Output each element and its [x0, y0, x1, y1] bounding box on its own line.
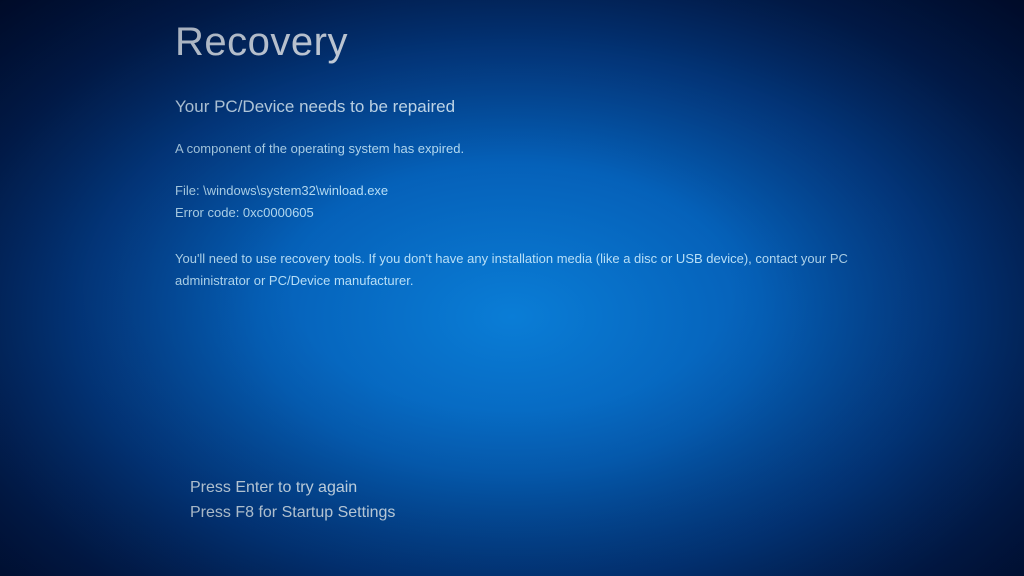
recovery-instructions: You'll need to use recovery tools. If yo… — [175, 248, 915, 292]
error-code-line: Error code: 0xc0000605 — [175, 202, 935, 224]
enter-prompt: Press Enter to try again — [190, 475, 395, 501]
file-path: \windows\system32\winload.exe — [203, 183, 388, 198]
page-title: Recovery — [175, 20, 935, 65]
file-line: File: \windows\system32\winload.exe — [175, 180, 935, 202]
f8-prompt: Press F8 for Startup Settings — [190, 500, 395, 526]
error-heading: Your PC/Device needs to be repaired — [175, 97, 935, 117]
recovery-screen: Recovery Your PC/Device needs to be repa… — [175, 20, 935, 292]
file-label: File: — [175, 183, 203, 198]
error-code-label: Error code: — [175, 205, 243, 220]
error-details: File: \windows\system32\winload.exe Erro… — [175, 180, 935, 224]
key-prompts: Press Enter to try again Press F8 for St… — [190, 475, 395, 526]
error-description: A component of the operating system has … — [175, 141, 935, 156]
error-code-value: 0xc0000605 — [243, 205, 314, 220]
